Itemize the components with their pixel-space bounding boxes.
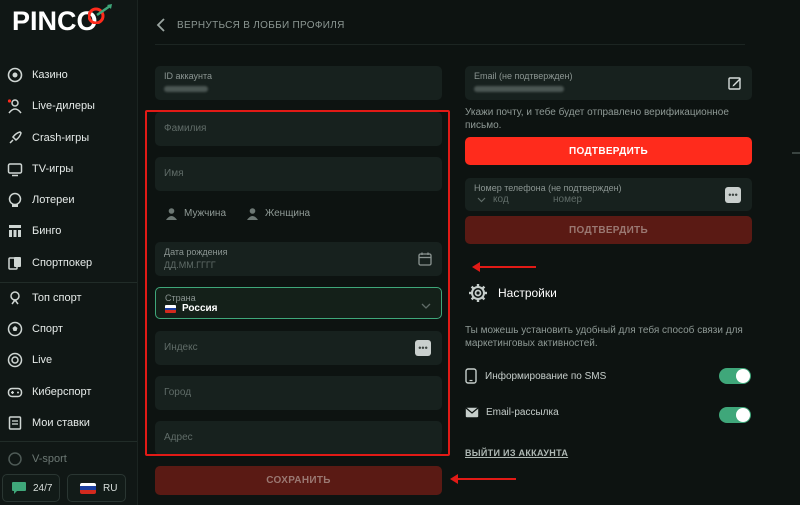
sidebar-item-sportpoker[interactable]: Спортпокер [0,249,138,277]
save-label: СОХРАНИТЬ [266,475,331,486]
account-id-label: ID аккаунта [164,71,212,81]
account-id-field: ID аккаунта [155,66,442,100]
sidebar-item-label: Казино [32,69,68,81]
more-dots-icon: ••• [725,187,741,203]
email-toggle[interactable] [719,407,751,423]
gamepad-icon [6,383,24,401]
bingo-icon [6,222,24,240]
confirm-phone-button[interactable]: ПОДТВЕРДИТЬ [465,216,752,244]
sms-label: Информирование по SMS [485,370,607,382]
email-newsletter-label: Email-рассылка [486,407,559,418]
sidebar-item-lottery[interactable]: Лотереи [0,186,138,214]
sidebar-item-label: Бинго [32,225,62,237]
lottery-icon [6,191,24,209]
annotation-arrow [450,474,516,484]
bets-icon [6,414,24,432]
edit-icon[interactable] [728,76,742,90]
sidebar-item-live[interactable]: Live [0,346,138,374]
email-label: Email (не подтвержден) [474,71,573,81]
confirm-phone-label: ПОДТВЕРДИТЬ [569,224,648,236]
language-label: RU [103,482,118,494]
sidebar-item-label: TV-игры [32,163,74,175]
sidebar-item-label: Crash-игры [32,132,90,144]
sms-toggle[interactable] [719,368,751,384]
email-hint: Укажи почту, и тебе будет отправлено вер… [465,107,729,131]
sidebar-item-sport[interactable]: Спорт [0,315,138,343]
chevron-left-icon [156,18,165,32]
email-input[interactable]: Email (не подтвержден) [465,66,752,100]
settings-hint: Ты можешь установить удобный для тебя сп… [465,325,743,349]
sidebar-item-label: Live-дилеры [32,100,95,112]
dart-logo-icon [88,4,112,24]
logout-link[interactable]: ВЫЙТИ ИЗ АККАУНТА [465,448,568,458]
annotation-arrow [472,262,536,272]
sidebar-item-label: Спортпокер [32,257,93,269]
sidebar-divider [0,441,137,442]
logout-label: ВЫЙТИ ИЗ АККАУНТА [465,448,569,458]
pinco-logo[interactable]: PINCO [12,6,98,37]
sidebar-item-top-sport[interactable]: Топ спорт [0,284,138,312]
phone-input[interactable]: Номер телефона (не подтвержден) код номе… [465,178,752,211]
support-chat-button[interactable]: 24/7 [2,474,60,502]
sidebar-item-bingo[interactable]: Бинго [0,217,138,245]
phone-label: Номер телефона (не подтвержден) [474,183,622,193]
tv-icon [6,160,24,178]
back-to-lobby-link[interactable]: ВЕРНУТЬСЯ В ЛОББИ ПРОФИЛЯ [156,18,345,32]
sidebar-item-label: Спорт [32,323,63,335]
cards-icon [6,254,24,272]
settings-title: Настройки [498,286,557,300]
sidebar-item-esports[interactable]: Киберспорт [0,378,138,406]
live-icon [6,351,24,369]
right-edge-scroll-hint [792,152,800,154]
phone-code-placeholder[interactable]: код [493,194,509,205]
toggle-knob [736,408,750,422]
casino-icon [6,66,24,84]
phone-number-placeholder[interactable]: номер [553,194,582,205]
sidebar-item-label: V-sport [32,453,67,465]
highlight-frame [145,110,450,456]
language-selector[interactable]: RU [67,474,126,502]
rocket-icon [6,129,24,147]
save-button[interactable]: СОХРАНИТЬ [155,466,442,495]
sidebar-item-label: Мои ставки [32,417,90,429]
back-label: ВЕРНУТЬСЯ В ЛОББИ ПРОФИЛЯ [177,19,345,31]
sidebar-item-label: Киберспорт [32,386,92,398]
support-label: 24/7 [33,482,53,494]
sidebar-item-label: Лотереи [32,194,75,206]
trophy-icon [6,289,24,307]
chat-icon [11,481,27,495]
confirm-email-label: ПОДТВЕРДИТЬ [569,145,648,157]
sidebar-item-label: Топ спорт [32,292,82,304]
sidebar-item-tv-games[interactable]: TV-игры [0,155,138,183]
account-id-value-blurred [164,86,208,92]
confirm-email-button[interactable]: ПОДТВЕРДИТЬ [465,137,752,165]
sidebar: PINCO Казино Live-дилеры Crash-игры TV-и… [0,0,138,505]
gear-icon [469,284,487,302]
sidebar-divider [0,282,137,283]
email-preference-row: Email-рассылка [465,407,559,418]
chevron-down-icon [477,197,486,203]
sidebar-item-label: Live [32,354,53,366]
settings-header: Настройки [468,283,557,303]
vsport-icon [6,450,24,468]
sidebar-item-casino[interactable]: Казино [0,61,138,89]
email-value-blurred [474,86,564,92]
envelope-icon [465,407,479,418]
sidebar-item-my-bets[interactable]: Мои ставки [0,409,138,437]
toggle-knob [736,369,750,383]
sidebar-item-vsport[interactable]: V-sport [0,445,138,473]
sidebar-item-crash[interactable]: Crash-игры [0,124,138,152]
live-dealer-icon [6,97,24,115]
ball-icon [6,320,24,338]
sms-preference-row: Информирование по SMS [465,368,606,384]
flag-icon [80,482,96,494]
sidebar-item-live-dealers[interactable]: Live-дилеры [0,92,138,120]
right-top-divider-fragment [465,40,745,42]
top-divider [155,44,745,45]
phone-icon [465,368,477,384]
